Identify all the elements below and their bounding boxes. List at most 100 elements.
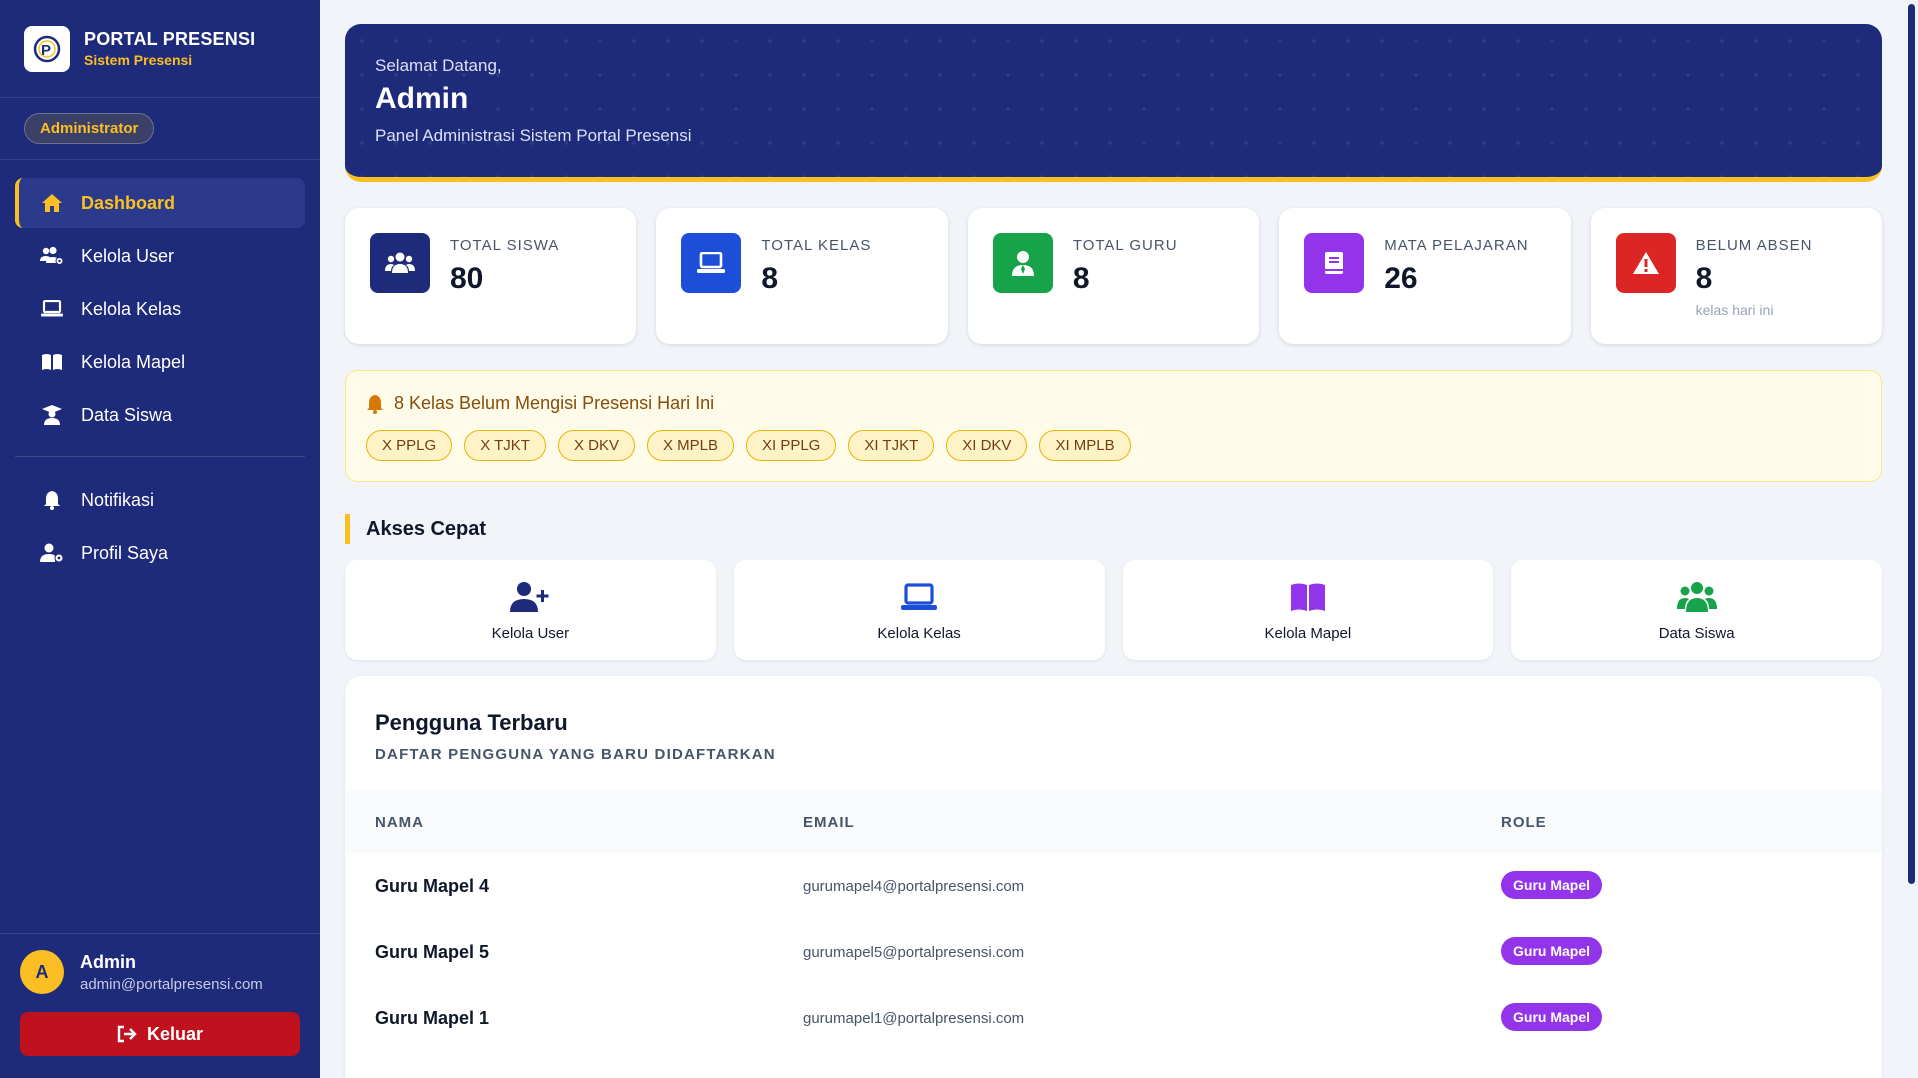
stat-value: 26 [1384, 262, 1418, 295]
alert-title-text: 8 Kelas Belum Mengisi Presensi Hari Ini [394, 393, 715, 413]
stat-card-belum-absen: BELUM ABSEN 8 kelas hari ini [1590, 208, 1883, 344]
quick-kelola-mapel[interactable]: Kelola Mapel [1122, 560, 1494, 660]
main-content: Selamat Datang, Admin Panel Administrasi… [345, 24, 1883, 1078]
stat-value: 8 [761, 262, 779, 295]
user-cog-icon [39, 543, 65, 563]
sidebar-nav: Dashboard Kelola User Kelola Kelas Kelol… [0, 160, 320, 578]
stat-card-total-siswa: TOTAL SISWA 80 [345, 208, 637, 344]
quick-kelola-kelas[interactable]: Kelola Kelas [733, 560, 1105, 660]
sidebar-item-label: Profil Saya [81, 542, 169, 563]
sidebar-item-label: Kelola User [81, 245, 175, 266]
warning-icon [1615, 233, 1676, 293]
table-header: NAMA EMAIL ROLE [345, 791, 1882, 853]
hero-greeting: Selamat Datang, [375, 56, 502, 75]
users-icon [370, 233, 430, 293]
bell-icon [39, 490, 65, 510]
teacher-icon [992, 233, 1053, 293]
quick-label: Kelola Mapel [1264, 624, 1352, 642]
quick-access-title: Akses Cepat [345, 514, 1882, 544]
brand-subtitle: Sistem Presensi [84, 52, 193, 68]
user-name-cell: Guru Mapel 4 [375, 875, 490, 896]
stat-note: kelas hari ini [1695, 302, 1774, 318]
role-badge: Administrator [24, 113, 155, 144]
class-chip[interactable]: X PPLG [366, 430, 453, 461]
brand: P PORTAL PRESENSI Sistem Presensi [0, 0, 320, 98]
stat-card-total-guru: TOTAL GURU 8 [967, 208, 1260, 344]
absence-alert: 8 Kelas Belum Mengisi Presensi Hari Ini … [345, 370, 1882, 482]
stat-value: 8 [1695, 262, 1713, 295]
logout-button[interactable]: Keluar [20, 1012, 300, 1056]
stat-label: TOTAL GURU [1072, 237, 1178, 254]
user-plus-icon [510, 579, 550, 615]
user-name: Admin [80, 951, 136, 972]
quick-kelola-user[interactable]: Kelola User [345, 560, 716, 660]
class-chip[interactable]: X TJKT [464, 430, 546, 461]
stats-row: TOTAL SISWA 80 TOTAL KELAS 8 TOTAL GURU … [345, 208, 1883, 344]
sidebar-item-profil-saya[interactable]: Profil Saya [15, 528, 305, 578]
sidebar-item-kelola-mapel[interactable]: Kelola Mapel [15, 337, 305, 387]
class-chip[interactable]: X DKV [557, 430, 635, 461]
role-wrap: Administrator [0, 98, 320, 160]
page-scrollbar[interactable] [1906, 0, 1918, 1078]
alert-title: 8 Kelas Belum Mengisi Presensi Hari Ini [366, 393, 1861, 414]
graduate-icon [39, 405, 65, 425]
users-cog-icon [39, 246, 65, 266]
quick-data-siswa[interactable]: Data Siswa [1511, 560, 1882, 660]
quick-access: Kelola User Kelola Kelas Kelola Mapel Da… [345, 560, 1882, 660]
book-icon [1304, 233, 1365, 293]
sidebar-item-dashboard[interactable]: Dashboard [15, 178, 305, 228]
sidebar-item-label: Kelola Kelas [81, 298, 182, 319]
class-chip[interactable]: XI PPLG [745, 430, 837, 461]
book-open-icon [1290, 579, 1326, 615]
role-badge: Guru Mapel [1501, 1003, 1603, 1031]
user-email-cell: gurumapel1@portalpresensi.com [803, 1009, 1025, 1027]
sidebar-item-label: Notifikasi [81, 489, 155, 510]
stat-value: 80 [450, 262, 484, 295]
class-chips: X PPLG X TJKT X DKV X MPLB XI PPLG XI TJ… [366, 430, 1861, 461]
table-row: Guru Mapel 1 gurumapel1@portalpresensi.c… [345, 985, 1882, 1051]
stat-card-mata-pelajaran: MATA PELAJARAN 26 [1279, 208, 1571, 344]
scrollbar-thumb[interactable] [1908, 4, 1915, 884]
quick-label: Kelola Kelas [877, 624, 961, 642]
recent-users-card: Pengguna Terbaru DAFTAR PENGGUNA YANG BA… [345, 676, 1882, 1078]
home-icon [39, 193, 65, 213]
hero-description: Panel Administrasi Sistem Portal Presens… [375, 126, 692, 145]
users-head: Pengguna Terbaru DAFTAR PENGGUNA YANG BA… [345, 676, 1882, 791]
sign-out-icon [117, 1025, 137, 1043]
class-chip[interactable]: XI TJKT [848, 430, 935, 461]
welcome-banner: Selamat Datang, Admin Panel Administrasi… [345, 24, 1882, 182]
laptop-icon [681, 233, 742, 293]
sidebar: P PORTAL PRESENSI Sistem Presensi Admini… [0, 0, 320, 1078]
user-name-cell: Guru Mapel 1 [375, 1007, 490, 1028]
stat-label: TOTAL KELAS [761, 237, 872, 254]
sidebar-item-kelola-kelas[interactable]: Kelola Kelas [15, 284, 305, 334]
table-row: Guru Mapel 4 gurumapel4@portalpresensi.c… [345, 853, 1882, 919]
stat-label: MATA PELAJARAN [1384, 237, 1529, 254]
sidebar-item-data-siswa[interactable]: Data Siswa [15, 390, 305, 440]
sidebar-item-notifikasi[interactable]: Notifikasi [15, 475, 305, 525]
class-chip[interactable]: X MPLB [646, 430, 734, 461]
bell-icon [366, 394, 384, 414]
quick-label: Kelola User [491, 624, 570, 642]
laptop-icon [901, 579, 938, 615]
stat-card-total-kelas: TOTAL KELAS 8 [656, 208, 948, 344]
sidebar-item-kelola-user[interactable]: Kelola User [15, 231, 305, 281]
user-name-cell: Guru Mapel 5 [375, 941, 490, 962]
recent-users-subtitle: DAFTAR PENGGUNA YANG BARU DIDAFTARKAN [375, 746, 776, 763]
nav-divider [15, 456, 305, 457]
quick-label: Data Siswa [1658, 624, 1735, 642]
user-row: A Admin admin@portalpresensi.com [20, 950, 300, 994]
sidebar-item-label: Kelola Mapel [81, 351, 186, 372]
stat-label: BELUM ABSEN [1695, 237, 1813, 254]
hero-name: Admin [375, 82, 469, 115]
role-badge: Guru Mapel [1501, 871, 1603, 899]
class-chip[interactable]: XI MPLB [1039, 430, 1131, 461]
user-box: A Admin admin@portalpresensi.com Keluar [0, 933, 320, 1078]
class-chip[interactable]: XI DKV [946, 430, 1028, 461]
role-badge: Guru Mapel [1501, 937, 1603, 965]
brand-logo: P [24, 25, 70, 72]
column-header-email: EMAIL [803, 813, 855, 831]
sidebar-item-label: Data Siswa [81, 404, 173, 425]
user-email: admin@portalpresensi.com [80, 975, 263, 993]
logout-label: Keluar [146, 1023, 204, 1044]
